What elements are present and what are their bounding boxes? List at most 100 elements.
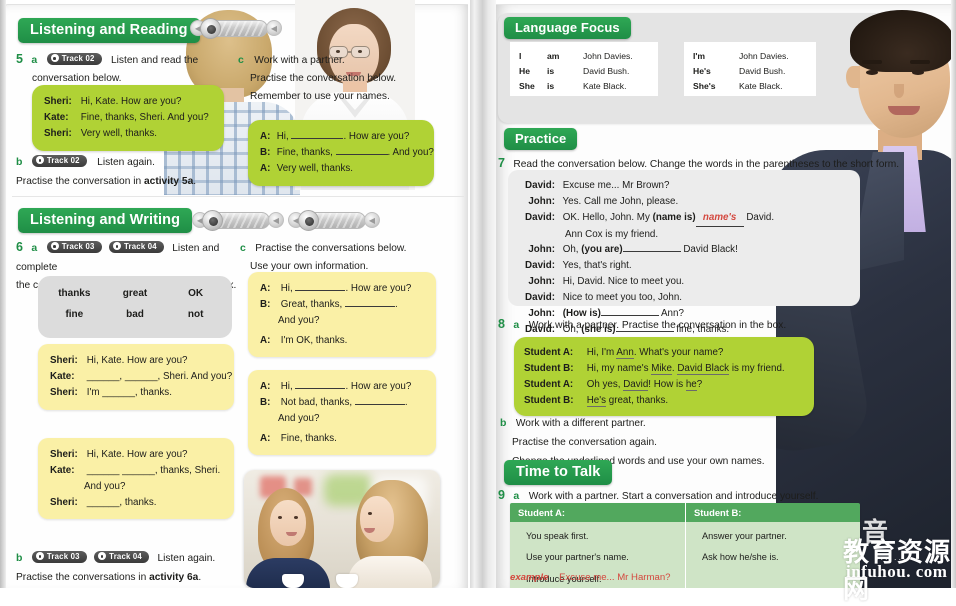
exercise-5c-line2: Practise the conversation below.	[250, 72, 397, 84]
dialog-line: A: Very well, thanks.	[260, 161, 422, 177]
track-label: Track 03	[46, 551, 80, 561]
language-focus-row: He is David Bush.	[519, 64, 649, 79]
task-line: Ask how he/she is.	[702, 552, 779, 563]
section-listening-writing-header: Listening and Writing	[18, 208, 193, 233]
speaker-text-post: David.	[743, 211, 775, 223]
speaker-label: Student B:	[524, 394, 574, 406]
dialog-box-5a: Sheri: Hi, Kate. How are you? Kate: Fine…	[32, 85, 224, 151]
speaker-text: Hi, David. Nice to meet you.	[562, 276, 685, 288]
exercise-5b: b Track 02 Listen again. Practise the co…	[16, 152, 246, 190]
player-next-icon: ◀	[364, 212, 380, 228]
fill-blank[interactable]	[295, 290, 346, 291]
subject-pronoun: She	[519, 80, 535, 91]
speaker-text[interactable]: I'm ______, thanks.	[87, 387, 172, 398]
word-bank-item[interactable]: bad	[107, 309, 164, 320]
table-header-row: Student A: Student B:	[510, 503, 860, 522]
player-next-icon: ◀	[266, 20, 282, 36]
dialog-line: Kate: ______ ______, thanks, Sheri.	[50, 463, 222, 479]
photo-two-women-chatting	[244, 470, 440, 588]
word-bank-item[interactable]: fine	[46, 309, 103, 320]
speaker-text-pre: Hi,	[280, 283, 296, 294]
speaker-text: . What's your name?	[633, 347, 724, 358]
word-bank-item[interactable]: OK	[167, 288, 224, 299]
underlined-word[interactable]: Mike	[651, 362, 672, 375]
exercise-number-6: 6	[16, 240, 23, 254]
underlined-word[interactable]: he	[685, 378, 697, 391]
speaker-text: Yes. Call me John, please.	[562, 195, 679, 207]
exercise-8b-line1: Work with a different partner.	[515, 418, 646, 429]
audio-player-graphic-3: ◀ ◀	[288, 210, 380, 231]
exercise-6b-instruction: Listen again.	[157, 553, 216, 564]
exercise-6b: b Track 03 Track 04 Listen again. Practi…	[16, 548, 248, 586]
contraction: I'm	[693, 51, 706, 61]
speaker-text[interactable]: ______, thanks.	[87, 497, 157, 508]
speaker-label: Student A:	[524, 378, 574, 390]
book-spread: Listening and Reading ◀ ◀ 5 a Track 02 L…	[0, 0, 956, 604]
underlined-word[interactable]: David	[623, 378, 649, 391]
speaker-label: B:	[260, 396, 271, 408]
fill-blank[interactable]	[345, 305, 395, 307]
speaker-label: A:	[260, 283, 271, 294]
dialog-line: Student B: Hi, my name's Mike. David Bla…	[524, 361, 804, 377]
dialog-line: John: Oh, (you are) David Black!	[518, 242, 850, 258]
speaker-text: great, thanks.	[606, 394, 669, 406]
exercise-sub-a: a	[513, 319, 520, 331]
dialog-line: Sheri: Hi, Kate. How are you?	[44, 94, 212, 110]
fill-blank[interactable]	[291, 138, 344, 139]
exercise-number-8: 8	[498, 317, 505, 331]
fill-blank[interactable]	[295, 388, 346, 389]
dialog-line: Sheri: ______, thanks.	[50, 495, 222, 511]
speaker-label: Sheri:	[50, 449, 78, 460]
speaker-text: Nice to meet you too, John.	[562, 292, 682, 304]
exercise-9a-instruction: Work with a partner. Start a conversatio…	[528, 491, 819, 502]
speaker-text: Hi, Kate. How are you?	[86, 449, 188, 460]
player-knob-icon	[200, 18, 221, 39]
track-chip-04: Track 04	[108, 240, 164, 253]
speaker-text: ?	[696, 378, 703, 390]
fill-blank[interactable]	[622, 251, 681, 253]
contraction: He's	[693, 65, 711, 76]
dialog-line: B: Fine, thanks, . And you?	[260, 145, 434, 161]
exercise-5a: 5 a Track 02 Listen and read the convers…	[16, 50, 216, 87]
exercise-sub-b: b	[16, 156, 23, 168]
dialog-line: John: Hi, David. Nice to meet you.	[518, 274, 850, 290]
dialog-line: David: Nice to meet you too, John.	[518, 290, 850, 306]
dialog-line: Student B: He's great, thanks.	[524, 393, 804, 409]
word-bank-item[interactable]: great	[107, 288, 164, 299]
speaker-label: B:	[260, 146, 271, 158]
exercise-sub-a: a	[31, 242, 38, 254]
track-label: Track 02	[61, 53, 95, 63]
speaker-text-pre: OK. Hello, John. My	[562, 211, 653, 223]
right-page-edge	[951, 0, 956, 588]
example-line: example Excuse me... Mr Harman?	[510, 572, 671, 583]
section-practice-header: Practice	[504, 128, 578, 150]
underlined-word[interactable]: David Black	[677, 362, 730, 375]
exercise-sub-b: b	[500, 417, 507, 429]
fill-blank[interactable]	[354, 403, 405, 405]
language-focus-row: She's Kate Black.	[693, 79, 807, 94]
speaker-text[interactable]: ______ ______, thanks, Sheri.	[87, 465, 220, 476]
filled-answer[interactable]: name's	[695, 210, 744, 227]
speaker-label: Sheri:	[50, 386, 78, 398]
table-header-student-a: Student A:	[510, 503, 686, 522]
dialog-line: Sheri: Very well, thanks.	[44, 126, 212, 142]
word-bank-item[interactable]: thanks	[46, 288, 103, 299]
speaker-text: Fine, thanks.	[280, 432, 337, 444]
be-verb: am	[547, 51, 560, 61]
word-bank-item[interactable]: not	[167, 309, 224, 320]
name-value: David Bush.	[583, 65, 630, 76]
fill-blank[interactable]	[335, 153, 388, 155]
exercise-number-5: 5	[16, 52, 23, 66]
speaker-text[interactable]: ______, ______, Sheri. And you?	[87, 371, 232, 382]
banner-listening-and-reading: Listening and Reading	[18, 18, 200, 43]
speaker-text-post: .	[395, 298, 398, 310]
underlined-word[interactable]: He's	[586, 394, 607, 407]
dialog-line: Student A: Oh yes, David! How is he?	[524, 377, 804, 393]
speaker-text: ! How is	[648, 378, 686, 390]
underlined-word[interactable]: Ann	[616, 347, 634, 359]
play-dot-icon	[50, 54, 59, 63]
parenthesis-cue: (name is)	[652, 211, 696, 223]
speaker-text-post: .	[404, 396, 408, 408]
dialog-line: Ann Cox is my friend.	[518, 227, 850, 243]
word-bank-box: thanks great OK fine bad not	[38, 276, 232, 338]
